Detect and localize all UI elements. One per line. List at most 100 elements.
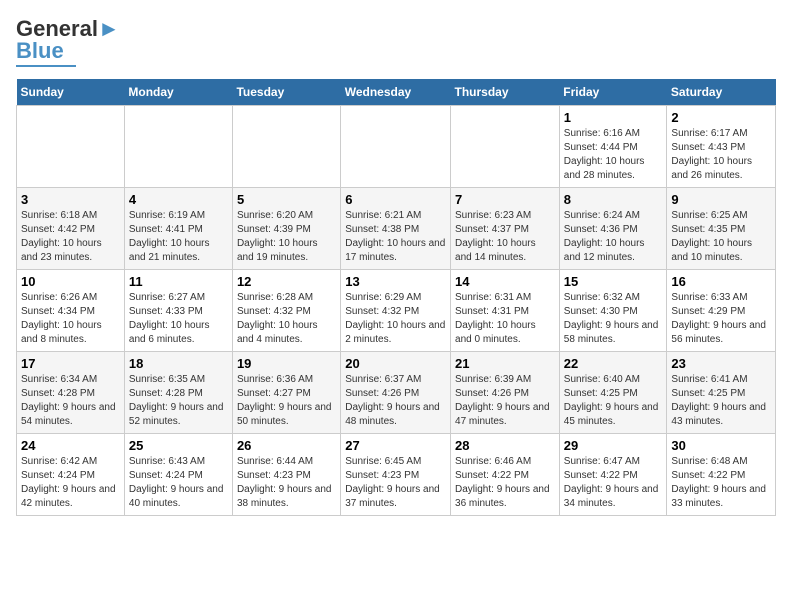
- day-info: Sunrise: 6:48 AM Sunset: 4:22 PM Dayligh…: [671, 455, 771, 511]
- day-number: 24: [21, 438, 120, 453]
- calendar-cell: 13 Sunrise: 6:29 AM Sunset: 4:32 PM Dayli…: [341, 270, 451, 352]
- day-header-thursday: Thursday: [451, 79, 560, 106]
- day-info: Sunrise: 6:35 AM Sunset: 4:28 PM Dayligh…: [129, 373, 228, 429]
- day-number: 5: [237, 192, 336, 207]
- page-header: General► Blue: [16, 16, 776, 67]
- day-info: Sunrise: 6:24 AM Sunset: 4:36 PM Dayligh…: [564, 209, 663, 265]
- calendar-cell: 29 Sunrise: 6:47 AM Sunset: 4:22 PM Dayli…: [559, 434, 667, 516]
- calendar-cell: 10 Sunrise: 6:26 AM Sunset: 4:34 PM Dayli…: [17, 270, 125, 352]
- day-info: Sunrise: 6:23 AM Sunset: 4:37 PM Dayligh…: [455, 209, 555, 265]
- calendar-cell: 20 Sunrise: 6:37 AM Sunset: 4:26 PM Dayli…: [341, 352, 451, 434]
- day-info: Sunrise: 6:36 AM Sunset: 4:27 PM Dayligh…: [237, 373, 336, 429]
- day-number: 6: [345, 192, 446, 207]
- calendar-cell: 12 Sunrise: 6:28 AM Sunset: 4:32 PM Dayli…: [232, 270, 340, 352]
- calendar-cell: 3 Sunrise: 6:18 AM Sunset: 4:42 PM Daylig…: [17, 188, 125, 270]
- day-info: Sunrise: 6:40 AM Sunset: 4:25 PM Dayligh…: [564, 373, 663, 429]
- calendar-cell: 4Sunrise: 6:19 AM Sunset: 4:41 PM Daylig…: [124, 188, 232, 270]
- week-row-5: 24 Sunrise: 6:42 AM Sunset: 4:24 PM Dayli…: [17, 434, 776, 516]
- calendar-cell: 22 Sunrise: 6:40 AM Sunset: 4:25 PM Dayli…: [559, 352, 667, 434]
- logo: General► Blue: [16, 16, 120, 67]
- week-row-1: 1Sunrise: 6:16 AM Sunset: 4:44 PM Daylig…: [17, 106, 776, 188]
- day-info: Sunrise: 6:17 AM Sunset: 4:43 PM Dayligh…: [671, 127, 771, 183]
- day-number: 1: [564, 110, 663, 125]
- day-header-saturday: Saturday: [667, 79, 776, 106]
- day-number: 11: [129, 274, 228, 289]
- day-number: 2: [671, 110, 771, 125]
- logo-text2: Blue: [16, 38, 64, 64]
- day-number: 7: [455, 192, 555, 207]
- day-number: 12: [237, 274, 336, 289]
- day-number: 21: [455, 356, 555, 371]
- day-info: Sunrise: 6:44 AM Sunset: 4:23 PM Dayligh…: [237, 455, 336, 511]
- day-info: Sunrise: 6:26 AM Sunset: 4:34 PM Dayligh…: [21, 291, 120, 347]
- day-number: 15: [564, 274, 663, 289]
- day-number: 26: [237, 438, 336, 453]
- calendar-cell: [124, 106, 232, 188]
- day-info: Sunrise: 6:33 AM Sunset: 4:29 PM Dayligh…: [671, 291, 771, 347]
- day-number: 13: [345, 274, 446, 289]
- calendar-cell: 21 Sunrise: 6:39 AM Sunset: 4:26 PM Dayli…: [451, 352, 560, 434]
- day-info: Sunrise: 6:47 AM Sunset: 4:22 PM Dayligh…: [564, 455, 663, 511]
- day-number: 28: [455, 438, 555, 453]
- week-row-4: 17Sunrise: 6:34 AM Sunset: 4:28 PM Dayli…: [17, 352, 776, 434]
- day-info: Sunrise: 6:31 AM Sunset: 4:31 PM Dayligh…: [455, 291, 555, 347]
- calendar-body: 1Sunrise: 6:16 AM Sunset: 4:44 PM Daylig…: [17, 106, 776, 516]
- day-number: 3: [21, 192, 120, 207]
- day-number: 18: [129, 356, 228, 371]
- day-number: 14: [455, 274, 555, 289]
- calendar-cell: 27Sunrise: 6:45 AM Sunset: 4:23 PM Dayli…: [341, 434, 451, 516]
- day-header-wednesday: Wednesday: [341, 79, 451, 106]
- day-info: Sunrise: 6:28 AM Sunset: 4:32 PM Dayligh…: [237, 291, 336, 347]
- day-header-friday: Friday: [559, 79, 667, 106]
- week-row-2: 3 Sunrise: 6:18 AM Sunset: 4:42 PM Daylig…: [17, 188, 776, 270]
- calendar-cell: 7 Sunrise: 6:23 AM Sunset: 4:37 PM Daylig…: [451, 188, 560, 270]
- day-number: 20: [345, 356, 446, 371]
- day-info: Sunrise: 6:42 AM Sunset: 4:24 PM Dayligh…: [21, 455, 120, 511]
- day-info: Sunrise: 6:25 AM Sunset: 4:35 PM Dayligh…: [671, 209, 771, 265]
- calendar-cell: 9 Sunrise: 6:25 AM Sunset: 4:35 PM Daylig…: [667, 188, 776, 270]
- calendar-cell: 2 Sunrise: 6:17 AM Sunset: 4:43 PM Daylig…: [667, 106, 776, 188]
- day-info: Sunrise: 6:19 AM Sunset: 4:41 PM Dayligh…: [129, 209, 228, 265]
- day-number: 30: [671, 438, 771, 453]
- day-info: Sunrise: 6:21 AM Sunset: 4:38 PM Dayligh…: [345, 209, 446, 265]
- calendar-cell: 28 Sunrise: 6:46 AM Sunset: 4:22 PM Dayli…: [451, 434, 560, 516]
- calendar-header-row: SundayMondayTuesdayWednesdayThursdayFrid…: [17, 79, 776, 106]
- calendar-cell: [232, 106, 340, 188]
- day-info: Sunrise: 6:32 AM Sunset: 4:30 PM Dayligh…: [564, 291, 663, 347]
- week-row-3: 10 Sunrise: 6:26 AM Sunset: 4:34 PM Dayli…: [17, 270, 776, 352]
- day-info: Sunrise: 6:27 AM Sunset: 4:33 PM Dayligh…: [129, 291, 228, 347]
- calendar-cell: 14 Sunrise: 6:31 AM Sunset: 4:31 PM Dayli…: [451, 270, 560, 352]
- calendar-cell: 15 Sunrise: 6:32 AM Sunset: 4:30 PM Dayli…: [559, 270, 667, 352]
- calendar-cell: 5 Sunrise: 6:20 AM Sunset: 4:39 PM Daylig…: [232, 188, 340, 270]
- logo-line: [16, 65, 76, 67]
- calendar-cell: 18 Sunrise: 6:35 AM Sunset: 4:28 PM Dayli…: [124, 352, 232, 434]
- day-info: Sunrise: 6:41 AM Sunset: 4:25 PM Dayligh…: [671, 373, 771, 429]
- calendar-cell: 26 Sunrise: 6:44 AM Sunset: 4:23 PM Dayli…: [232, 434, 340, 516]
- day-info: Sunrise: 6:39 AM Sunset: 4:26 PM Dayligh…: [455, 373, 555, 429]
- day-number: 8: [564, 192, 663, 207]
- calendar-cell: [17, 106, 125, 188]
- calendar-cell: 11 Sunrise: 6:27 AM Sunset: 4:33 PM Dayli…: [124, 270, 232, 352]
- day-number: 19: [237, 356, 336, 371]
- day-info: Sunrise: 6:29 AM Sunset: 4:32 PM Dayligh…: [345, 291, 446, 347]
- calendar-table: SundayMondayTuesdayWednesdayThursdayFrid…: [16, 79, 776, 516]
- day-header-tuesday: Tuesday: [232, 79, 340, 106]
- day-number: 10: [21, 274, 120, 289]
- calendar-cell: 19 Sunrise: 6:36 AM Sunset: 4:27 PM Dayli…: [232, 352, 340, 434]
- day-number: 22: [564, 356, 663, 371]
- day-info: Sunrise: 6:20 AM Sunset: 4:39 PM Dayligh…: [237, 209, 336, 265]
- day-number: 29: [564, 438, 663, 453]
- day-header-monday: Monday: [124, 79, 232, 106]
- calendar-cell: 8 Sunrise: 6:24 AM Sunset: 4:36 PM Daylig…: [559, 188, 667, 270]
- calendar-cell: 30 Sunrise: 6:48 AM Sunset: 4:22 PM Dayli…: [667, 434, 776, 516]
- calendar-cell: 23Sunrise: 6:41 AM Sunset: 4:25 PM Dayli…: [667, 352, 776, 434]
- calendar-cell: 24 Sunrise: 6:42 AM Sunset: 4:24 PM Dayli…: [17, 434, 125, 516]
- calendar-cell: 6 Sunrise: 6:21 AM Sunset: 4:38 PM Daylig…: [341, 188, 451, 270]
- day-number: 25: [129, 438, 228, 453]
- day-info: Sunrise: 6:46 AM Sunset: 4:22 PM Dayligh…: [455, 455, 555, 511]
- day-number: 9: [671, 192, 771, 207]
- day-info: Sunrise: 6:37 AM Sunset: 4:26 PM Dayligh…: [345, 373, 446, 429]
- day-info: Sunrise: 6:18 AM Sunset: 4:42 PM Dayligh…: [21, 209, 120, 265]
- calendar-cell: 1Sunrise: 6:16 AM Sunset: 4:44 PM Daylig…: [559, 106, 667, 188]
- day-info: Sunrise: 6:43 AM Sunset: 4:24 PM Dayligh…: [129, 455, 228, 511]
